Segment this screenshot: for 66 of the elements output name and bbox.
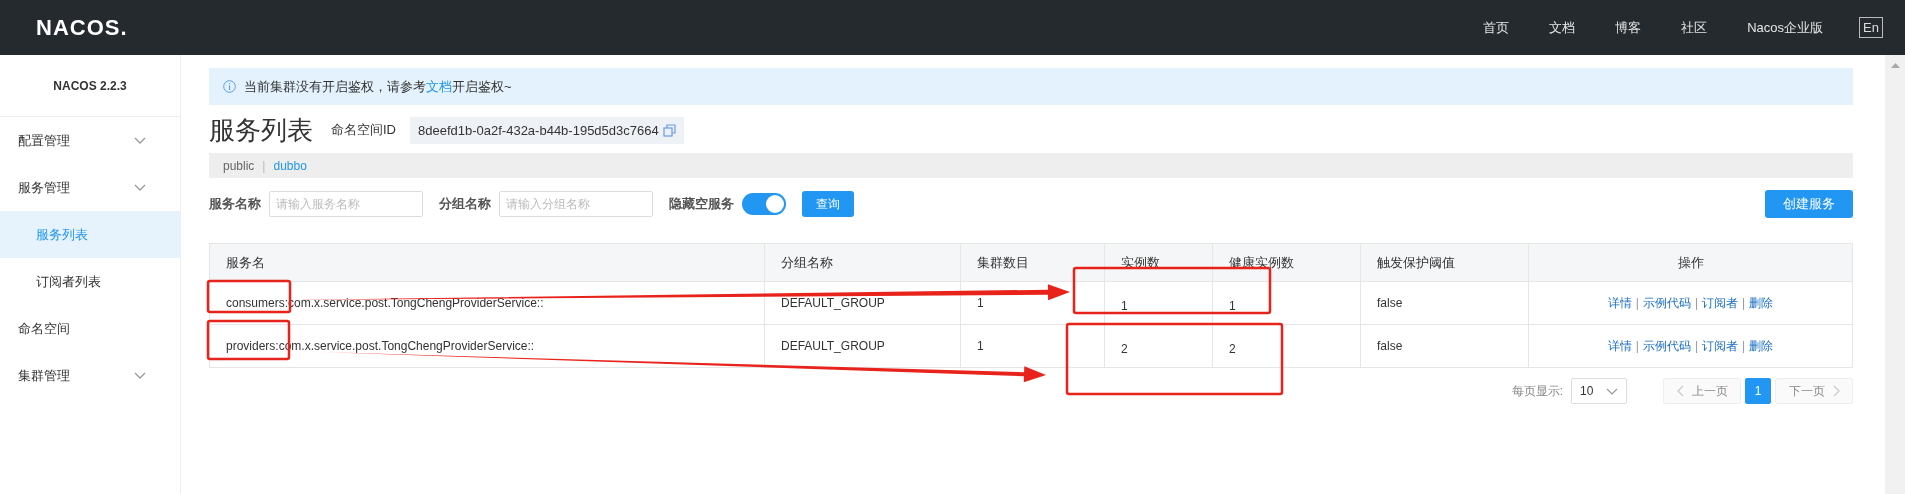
namespace-label: 命名空间ID [331,121,396,139]
action-link[interactable]: 删除 [1749,338,1774,353]
page-size-label: 每页显示: [1511,382,1563,400]
separator: | [1742,338,1746,353]
sidebar-item[interactable]: 命名空间 [0,305,180,352]
query-button[interactable]: 查询 [802,191,854,217]
page-title: 服务列表 [209,113,313,147]
language-button[interactable]: En [1859,17,1883,38]
page-size-select[interactable]: 10 [1571,378,1627,404]
nav-link[interactable]: 文档 [1549,18,1576,37]
field-label: 服务名称 [209,195,261,213]
toggle-label: 隐藏空服务 [669,195,734,213]
table-cell: 2 [1104,324,1213,368]
sidebar-item[interactable]: 服务列表 [0,211,180,258]
sidebar-item[interactable]: 服务管理 [0,164,180,211]
chevron-down-icon [134,184,146,191]
separator: | [1742,295,1746,310]
action-link[interactable]: 订阅者 [1702,338,1739,353]
column-header: 触发保护阈值 [1360,243,1529,282]
field-label: 分组名称 [439,195,491,213]
action-link[interactable]: 示例代码 [1642,295,1691,310]
chevron-down-icon [134,372,146,379]
separator: | [1694,338,1699,353]
nav-link[interactable]: Nacos企业版 [1747,18,1824,37]
group-name-field[interactable]: 请输入分组名称 [499,191,653,217]
namespace-id: 8deefd1b-0a2f-432a-b44b-195d5d3c7664 [418,122,659,138]
notice-text: 当前集群没有开启鉴权，请参考文档开启鉴权~ [244,77,512,96]
table-cell: false [1360,281,1529,325]
nav-link[interactable]: 博客 [1615,18,1642,37]
sidebar-item[interactable]: 配置管理 [0,117,180,164]
chevron-left-icon [1676,385,1684,397]
action-link[interactable]: 订阅者 [1702,295,1739,310]
separator: | [262,158,266,173]
toggle-switch[interactable] [742,193,786,215]
column-header: 操作 [1528,243,1853,282]
page-button[interactable]: 1 [1745,378,1771,404]
separator: | [1635,338,1639,353]
separator: | [1635,295,1639,310]
column-header: 分组名称 [764,243,961,282]
scrollbar[interactable] [1885,55,1905,494]
scroll-up-icon[interactable] [1890,63,1900,68]
chevron-down-icon [134,137,146,144]
docs-link[interactable]: 文档 [426,78,452,94]
column-header: 集群数目 [960,243,1105,282]
create-service-button[interactable]: 创建服务 [1765,190,1853,218]
action-link[interactable]: 示例代码 [1642,338,1691,353]
nav-link[interactable]: 社区 [1681,18,1708,37]
table-cell: 2 [1212,324,1361,368]
separator: | [1694,295,1699,310]
nav-link[interactable]: 首页 [1483,18,1510,37]
copy-icon[interactable] [662,123,676,137]
service-name-field[interactable]: 请输入服务名称 [269,191,423,217]
chevron-right-icon [1832,385,1840,397]
action-link[interactable]: 详情 [1607,338,1632,353]
version-label: NACOS 2.2.3 [0,55,180,117]
table-cell: 1 [960,324,1105,368]
logo[interactable]: NACOS. [36,14,128,41]
action-link[interactable]: 删除 [1749,295,1774,310]
namespace-tab[interactable]: public [223,158,255,173]
info-icon [223,80,236,93]
table-cell: false [1360,324,1529,368]
sidebar-item[interactable]: 集群管理 [0,352,180,399]
sidebar-item[interactable]: 订阅者列表 [0,258,180,305]
action-link[interactable]: 详情 [1607,295,1632,310]
chevron-down-icon [1606,387,1618,395]
column-header: 服务名 [209,243,765,282]
